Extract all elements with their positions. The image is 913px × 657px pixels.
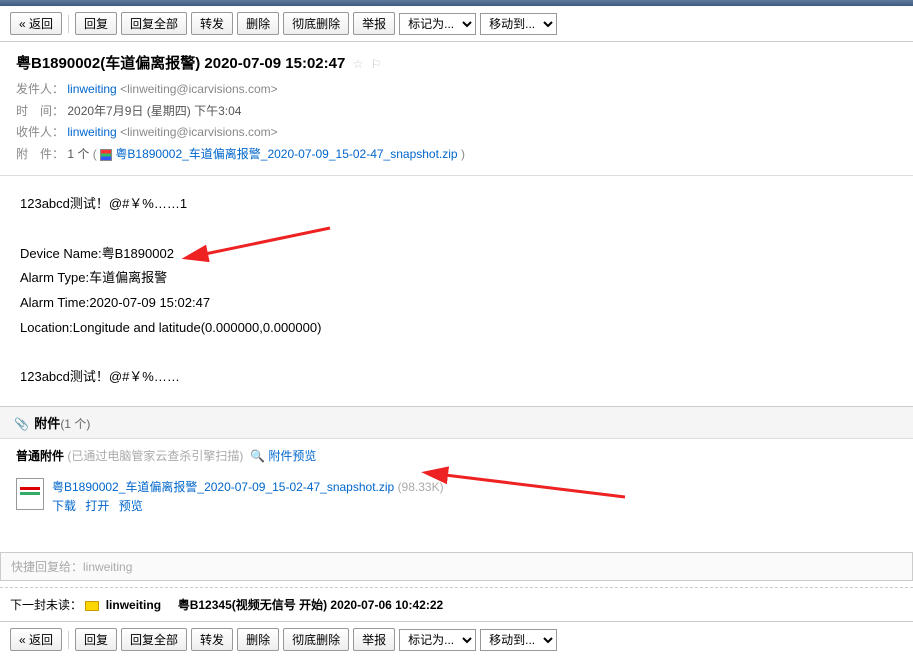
- purge-button[interactable]: 彻底删除: [283, 12, 349, 35]
- envelope-icon: [85, 601, 99, 611]
- from-label: 发件人：: [16, 82, 64, 96]
- forward-button-bottom[interactable]: 转发: [191, 628, 233, 651]
- body-alarm-time: Alarm Time:2020-07-09 15:02:47: [20, 291, 893, 316]
- open-link[interactable]: 打开: [85, 499, 109, 513]
- scan-note: (已通过电脑管家云查杀引擎扫描): [67, 449, 243, 463]
- reply-all-button[interactable]: 回复全部: [121, 12, 187, 35]
- back-button[interactable]: « 返回: [10, 12, 62, 35]
- time-value: 2020年7月9日 (星期四) 下午3:04: [67, 104, 241, 118]
- subject-text: 粤B1890002(车道偏离报警) 2020-07-09 15:02:47: [16, 55, 345, 72]
- to-name[interactable]: linweiting: [67, 125, 116, 139]
- body-line1: 123abcd测试！@#￥%……1: [20, 192, 893, 217]
- quick-reply-prefix: 快捷回复给：: [11, 560, 83, 574]
- reply-button[interactable]: 回复: [75, 12, 117, 35]
- annotation-arrow-2: [440, 467, 630, 507]
- mark-as-select-bottom[interactable]: 标记为...: [399, 629, 476, 651]
- forward-button[interactable]: 转发: [191, 12, 233, 35]
- attachments-count: (1 个): [60, 417, 90, 431]
- preview-link-file[interactable]: 预览: [119, 499, 143, 513]
- move-to-select[interactable]: 移动到...: [480, 13, 557, 35]
- attachment-row: 粤B1890002_车道偏离报警_2020-07-09_15-02-47_sna…: [0, 472, 913, 522]
- from-email: <linweiting@icarvisions.com>: [120, 82, 278, 96]
- att-name-header[interactable]: 粤B1890002_车道偏离报警_2020-07-09_15-02-47_sna…: [115, 147, 457, 161]
- attachments-header: 📎 附件(1 个): [0, 406, 913, 438]
- next-from[interactable]: linweiting: [106, 598, 161, 612]
- toolbar-top: « 返回 回复 回复全部 转发 删除 彻底删除 举报 标记为... 移动到...: [0, 6, 913, 42]
- body-device: Device Name:粤B1890002: [20, 242, 893, 267]
- search-icon: 🔍: [250, 449, 265, 463]
- separator: [68, 631, 69, 649]
- att-label: 附 件：: [16, 147, 64, 161]
- next-label: 下一封未读：: [10, 598, 82, 612]
- attachment-filesize: (98.33K): [398, 480, 444, 494]
- star-icon[interactable]: ☆: [353, 57, 364, 71]
- att-count-header: 1 个: [67, 147, 89, 161]
- attachments-title: 附件: [34, 416, 60, 431]
- download-link[interactable]: 下载: [52, 499, 76, 513]
- attachment-preview-link[interactable]: 附件预览: [268, 449, 316, 463]
- reply-button-bottom[interactable]: 回复: [75, 628, 117, 651]
- to-label: 收件人：: [16, 125, 64, 139]
- purge-button-bottom[interactable]: 彻底删除: [283, 628, 349, 651]
- delete-button-bottom[interactable]: 删除: [237, 628, 279, 651]
- normal-attachment-label: 普通附件: [16, 449, 64, 463]
- mail-headers: 发件人： linweiting <linweiting@icarvisions.…: [0, 79, 913, 176]
- zip-file-icon: [16, 478, 44, 510]
- body-location: Location:Longitude and latitude(0.000000…: [20, 316, 893, 341]
- separator: [68, 15, 69, 33]
- spam-button-bottom[interactable]: 举报: [353, 628, 395, 651]
- attachment-filename[interactable]: 粤B1890002_车道偏离报警_2020-07-09_15-02-47_sna…: [52, 480, 394, 494]
- paperclip-icon: 📎: [14, 417, 29, 431]
- to-email: <linweiting@icarvisions.com>: [120, 125, 278, 139]
- toolbar-bottom: « 返回 回复 回复全部 转发 删除 彻底删除 举报 标记为... 移动到...: [0, 621, 913, 657]
- body-alarm-type: Alarm Type:车道偏离报警: [20, 266, 893, 291]
- next-subject[interactable]: 粤B12345(视频无信号 开始) 2020-07-06 10:42:22: [178, 598, 443, 612]
- back-button-bottom[interactable]: « 返回: [10, 628, 62, 651]
- annotation-arrow-1: [200, 226, 340, 266]
- move-to-select-bottom[interactable]: 移动到...: [480, 629, 557, 651]
- zip-icon: [100, 149, 112, 161]
- body-line6: 123abcd测试！@#￥%……: [20, 365, 893, 390]
- time-label: 时 间：: [16, 104, 64, 118]
- next-unread-bar: 下一封未读： linweiting 粤B12345(视频无信号 开始) 2020…: [0, 587, 913, 621]
- mark-as-select[interactable]: 标记为...: [399, 13, 476, 35]
- spam-button[interactable]: 举报: [353, 12, 395, 35]
- from-name[interactable]: linweiting: [67, 82, 116, 96]
- flag-icon[interactable]: ⚐: [371, 57, 382, 71]
- quick-reply-box[interactable]: 快捷回复给：linweiting: [0, 552, 913, 581]
- delete-button[interactable]: 删除: [237, 12, 279, 35]
- mail-body: 123abcd测试！@#￥%……1 Device Name:粤B1890002 …: [0, 176, 913, 406]
- reply-all-button-bottom[interactable]: 回复全部: [121, 628, 187, 651]
- quick-reply-name: linweiting: [83, 560, 132, 574]
